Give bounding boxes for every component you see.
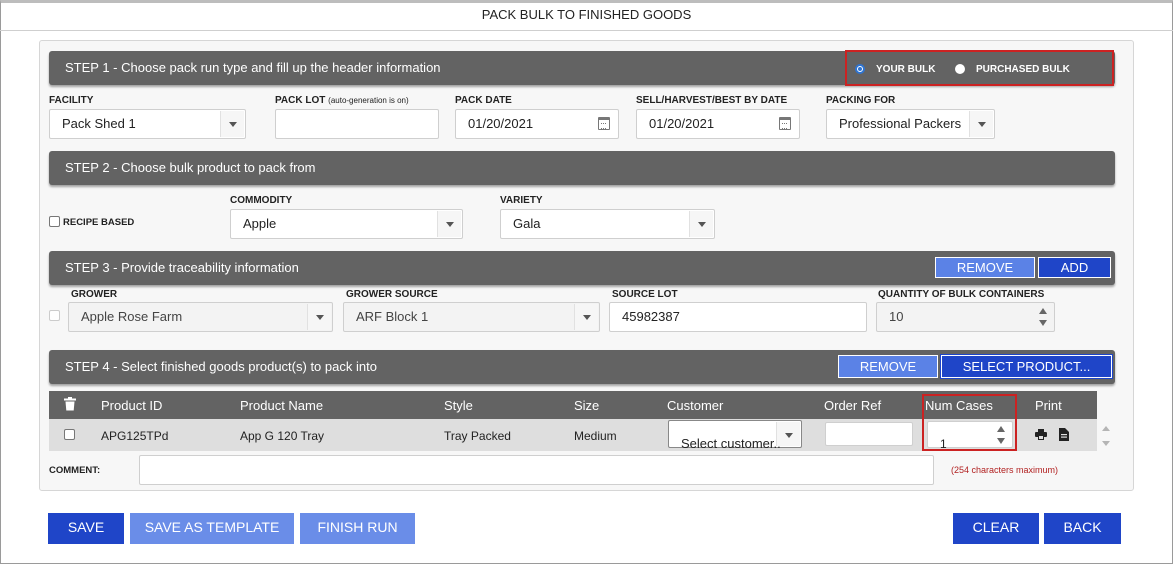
pack-lot-label-text: PACK LOT	[275, 95, 326, 106]
grower-row-checkbox[interactable]	[49, 310, 60, 321]
row-product-id: APG125TPd	[101, 429, 169, 443]
packing-for-select[interactable]: Professional Packers	[826, 109, 995, 139]
print-icon[interactable]	[1035, 429, 1047, 443]
facility-value: Pack Shed 1	[62, 116, 136, 131]
pack-date-input[interactable]: 01/20/2021	[455, 109, 619, 139]
row-checkbox[interactable]	[64, 429, 75, 440]
facility-label: FACILITY	[49, 95, 94, 106]
step4-remove-button[interactable]: REMOVE	[838, 355, 938, 378]
pack-date-label: PACK DATE	[455, 95, 512, 106]
step1-title: STEP 1 - Choose pack run type and fill u…	[65, 60, 441, 75]
pack-lot-label: PACK LOT (auto-generation is on)	[275, 95, 409, 106]
grower-value: Apple Rose Farm	[81, 309, 183, 324]
pack-lot-input[interactable]	[275, 109, 439, 139]
calendar-icon[interactable]	[598, 117, 610, 130]
table-scrollbar[interactable]	[1101, 426, 1111, 446]
variety-select[interactable]: Gala	[500, 209, 715, 239]
customer-value: Select customer..	[681, 436, 781, 451]
clear-button[interactable]: CLEAR	[953, 513, 1039, 544]
step2-title: STEP 2 - Choose bulk product to pack fro…	[65, 160, 316, 175]
variety-label: VARIETY	[500, 195, 543, 206]
packing-for-label: PACKING FOR	[826, 95, 896, 106]
pack-date-value: 01/20/2021	[468, 116, 534, 131]
sell-date-value: 01/20/2021	[649, 116, 715, 131]
sell-date-label: SELL/HARVEST/BEST BY DATE	[636, 95, 788, 106]
grower-source-label: GROWER SOURCE	[346, 289, 438, 300]
window-title: PACK BULK TO FINISHED GOODS	[481, 7, 692, 22]
commodity-value: Apple	[243, 216, 277, 231]
step3-add-button[interactable]: ADD	[1038, 257, 1111, 278]
source-lot-label: SOURCE LOT	[612, 289, 678, 300]
back-button[interactable]: BACK	[1044, 513, 1121, 544]
scroll-up-icon[interactable]	[1102, 426, 1110, 431]
chevron-down-icon	[776, 422, 800, 446]
grower-select[interactable]: Apple Rose Farm	[68, 302, 333, 332]
chevron-down-icon	[220, 111, 244, 137]
chevron-down-icon	[307, 304, 331, 330]
col-order-ref: Order Ref	[824, 398, 882, 413]
col-size: Size	[574, 398, 600, 413]
row-style: Tray Packed	[444, 429, 511, 443]
commodity-label: COMMODITY	[230, 195, 293, 206]
order-ref-input[interactable]	[825, 422, 913, 446]
save-button[interactable]: SAVE	[48, 513, 124, 544]
chevron-down-icon	[969, 111, 993, 137]
finish-run-button[interactable]: FINISH RUN	[300, 513, 415, 544]
variety-value: Gala	[513, 216, 541, 231]
step2-header: STEP 2 - Choose bulk product to pack fro…	[49, 151, 1115, 185]
sell-date-input[interactable]: 01/20/2021	[636, 109, 800, 139]
qty-input[interactable]: 10	[876, 302, 1055, 332]
source-lot-input[interactable]: 45982387	[609, 302, 867, 332]
step3-title: STEP 3 - Provide traceability informatio…	[65, 260, 299, 275]
scroll-down-icon[interactable]	[1102, 441, 1110, 446]
comment-label: COMMENT:	[49, 465, 101, 476]
col-product-name: Product Name	[240, 398, 324, 413]
num-cases-highlight	[922, 394, 1017, 451]
radio-your-bulk-label[interactable]: YOUR BULK	[876, 64, 935, 75]
chevron-down-icon	[437, 211, 461, 237]
radio-purchased-bulk[interactable]	[955, 64, 965, 74]
source-lot-value: 45982387	[622, 309, 680, 324]
comment-note: (254 characters maximum)	[951, 465, 1059, 475]
col-customer: Customer	[667, 398, 724, 413]
grower-source-value: ARF Block 1	[356, 309, 429, 324]
select-product-button[interactable]: SELECT PRODUCT...	[941, 355, 1112, 378]
radio-your-bulk[interactable]	[855, 64, 865, 74]
col-style: Style	[444, 398, 473, 413]
customer-select[interactable]: Select customer..	[668, 420, 802, 451]
comment-input[interactable]	[139, 455, 934, 485]
radio-purchased-bulk-label[interactable]: PURCHASED BULK	[976, 64, 1070, 75]
calendar-icon[interactable]	[779, 117, 791, 130]
title-divider	[0, 30, 1173, 31]
recipe-based-label: RECIPE BASED	[63, 217, 135, 228]
col-product-id: Product ID	[101, 398, 163, 413]
qty-label: QUANTITY OF BULK CONTAINERS	[878, 289, 1045, 300]
step4-title: STEP 4 - Select finished goods product(s…	[65, 359, 377, 374]
row-product-name: App G 120 Tray	[240, 429, 325, 443]
qty-value: 10	[889, 309, 904, 324]
recipe-based-checkbox[interactable]	[49, 216, 60, 227]
facility-select[interactable]: Pack Shed 1	[49, 109, 246, 139]
stepper-icon[interactable]	[1038, 307, 1048, 327]
commodity-select[interactable]: Apple	[230, 209, 463, 239]
row-size: Medium	[574, 429, 617, 443]
packing-for-value: Professional Packers	[839, 116, 962, 131]
save-as-template-button[interactable]: SAVE AS TEMPLATE	[130, 513, 294, 544]
chevron-down-icon	[689, 211, 713, 237]
step3-remove-button[interactable]: REMOVE	[935, 257, 1035, 278]
grower-source-select[interactable]: ARF Block 1	[343, 302, 600, 332]
grower-label: GROWER	[71, 289, 118, 300]
col-print: Print	[1035, 398, 1062, 413]
pack-lot-note: (auto-generation is on)	[328, 96, 409, 105]
trash-icon[interactable]	[64, 397, 76, 414]
document-icon[interactable]	[1059, 428, 1069, 444]
chevron-down-icon	[574, 304, 598, 330]
